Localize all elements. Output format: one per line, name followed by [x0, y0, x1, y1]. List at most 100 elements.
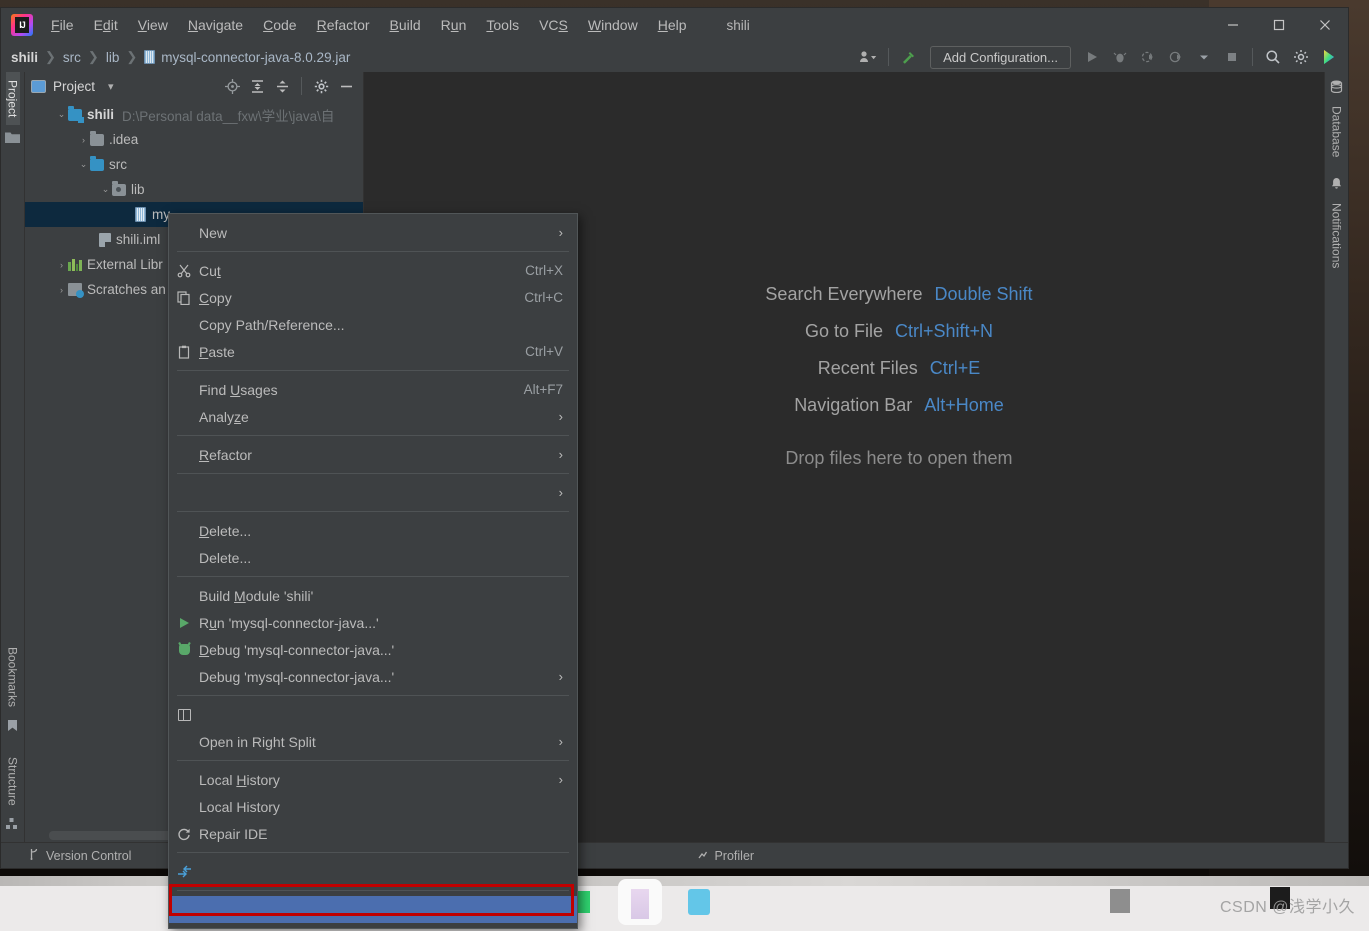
menu-separator — [177, 511, 569, 512]
context-menu-item-more-run-debug[interactable]: Debug 'mysql-connector-java...' › — [169, 663, 577, 690]
bookmarks-label: Bookmarks — [5, 647, 20, 708]
context-menu-label: Delete... — [199, 549, 252, 566]
search-icon[interactable] — [1260, 44, 1286, 70]
tree-row[interactable]: ⌄ shili D:\Personal data__fxw\学业\java\自 — [25, 102, 363, 127]
tree-row[interactable]: ⌄ lib — [25, 177, 363, 202]
context-menu-label: Refactor — [199, 446, 252, 463]
twisty-icon[interactable]: › — [55, 285, 68, 295]
context-menu-item-reload-from-disk[interactable]: Repair IDE — [169, 820, 577, 847]
context-menu-item-analyze[interactable]: Analyze › — [169, 403, 577, 430]
bell-icon[interactable] — [1330, 165, 1343, 195]
settings-gear-icon[interactable] — [310, 75, 332, 97]
run-icon[interactable] — [1079, 44, 1105, 70]
menu-help[interactable]: Help — [648, 14, 697, 36]
profile-icon[interactable] — [1163, 44, 1189, 70]
breadcrumb-shili[interactable]: shili — [11, 50, 38, 65]
maximize-button[interactable] — [1256, 8, 1302, 42]
context-menu-item-local-history[interactable]: Local History › — [169, 766, 577, 793]
menu-refactor[interactable]: Refactor — [307, 14, 380, 36]
context-menu-item-paste[interactable]: Paste Ctrl+V — [169, 338, 577, 365]
twisty-icon[interactable]: ⌄ — [77, 159, 90, 170]
tree-row[interactable]: › .idea — [25, 127, 363, 152]
sidebar-item-structure[interactable]: Structure — [6, 749, 20, 814]
breadcrumb-separator: ❯ — [87, 49, 99, 64]
twisty-icon[interactable]: › — [77, 135, 90, 145]
structure-icon[interactable] — [6, 814, 19, 842]
debug-icon[interactable] — [1107, 44, 1133, 70]
dropdown-arrow-icon[interactable] — [1191, 44, 1217, 70]
menu-navigate[interactable]: Navigate — [178, 14, 253, 36]
context-menu-item-find-usages[interactable]: Find Usages Alt+F7 — [169, 376, 577, 403]
context-menu-item-debug[interactable]: Debug 'mysql-connector-java...' — [169, 636, 577, 663]
context-menu-item-copy-path[interactable]: Copy Path/Reference... — [169, 311, 577, 338]
collapse-all-icon[interactable] — [271, 75, 293, 97]
context-menu-item-bookmarks[interactable]: › — [169, 479, 577, 506]
minimize-button[interactable] — [1210, 8, 1256, 42]
stop-icon[interactable] — [1219, 44, 1245, 70]
context-menu-item-add-as-library[interactable] — [169, 896, 577, 923]
menu-window[interactable]: Window — [578, 14, 648, 36]
context-menu-item-delete[interactable]: Delete... — [169, 517, 577, 544]
ide-assistant-icon[interactable] — [1316, 44, 1342, 70]
context-menu-item-cut[interactable]: Cut Ctrl+X — [169, 257, 577, 284]
window-controls[interactable] — [1210, 8, 1348, 42]
drop-files-hint: Drop files here to open them — [785, 448, 1013, 468]
sidebar-item-bookmarks[interactable]: Bookmarks — [6, 639, 20, 715]
breadcrumb-src[interactable]: src — [63, 50, 81, 65]
breadcrumb-jar-label: mysql-connector-java-8.0.29.jar — [161, 49, 351, 65]
add-configuration-button[interactable]: Add Configuration... — [930, 45, 1071, 69]
breadcrumb-jar[interactable]: mysql-connector-java-8.0.29.jar — [144, 50, 350, 65]
expand-all-icon[interactable] — [246, 75, 268, 97]
close-button[interactable] — [1302, 8, 1348, 42]
bottom-item-version-control[interactable]: Version Control — [29, 848, 131, 863]
context-menu-item-override-file-type[interactable]: Delete... — [169, 544, 577, 571]
menu-code[interactable]: Code — [253, 14, 306, 36]
menu-edit[interactable]: Edit — [84, 14, 128, 36]
context-menu-item-open-in-right-split[interactable] — [169, 701, 577, 728]
context-menu-item-new[interactable]: New › — [169, 219, 577, 246]
sidebar-item-project[interactable]: Project — [5, 72, 20, 126]
sidebar-item-notifications[interactable]: Notifications — [1330, 195, 1344, 276]
menu-tools[interactable]: Tools — [476, 14, 529, 36]
menu-build[interactable]: Build — [380, 14, 431, 36]
main-menu-bar[interactable]: File Edit View Navigate Code Refactor Bu… — [41, 14, 697, 36]
database-icon[interactable] — [1330, 72, 1343, 98]
chevron-down-icon[interactable]: ▾ — [108, 80, 114, 93]
menu-view[interactable]: View — [128, 14, 178, 36]
taskbar-icon-gray[interactable] — [1110, 889, 1130, 913]
menu-run[interactable]: Run — [431, 14, 477, 36]
context-menu-item-open-in[interactable]: Open in Right Split › — [169, 728, 577, 755]
tree-row[interactable]: ⌄ src — [25, 152, 363, 177]
context-menu-shortcut: Ctrl+V — [525, 344, 563, 359]
context-menu-item-build-module[interactable]: Build Module 'shili' — [169, 582, 577, 609]
context-menu[interactable]: New › Cut Ctrl+X Copy Ctrl+C Copy Path/R… — [168, 213, 578, 929]
project-panel-title-group[interactable]: Project ▾ — [31, 79, 114, 94]
bookmark-flag-icon[interactable] — [6, 715, 19, 749]
bottom-item-profiler[interactable]: Profiler — [697, 849, 754, 863]
context-menu-label: Open in Right Split — [199, 733, 316, 750]
context-menu-item-copy[interactable]: Copy Ctrl+C — [169, 284, 577, 311]
tree-label: shili — [87, 107, 115, 122]
tree-label: shili.iml — [116, 232, 161, 247]
taskbar-icon-blue[interactable] — [688, 889, 710, 915]
twisty-icon[interactable]: › — [55, 260, 68, 270]
hide-panel-icon[interactable] — [335, 75, 357, 97]
settings-gear-icon[interactable] — [1288, 44, 1314, 70]
context-menu-item-run[interactable]: Run 'mysql-connector-java...' — [169, 609, 577, 636]
source-folder-icon — [90, 155, 104, 171]
tree-label: Scratches an — [87, 282, 166, 297]
menu-vcs[interactable]: VCS — [529, 14, 578, 36]
menu-file[interactable]: File — [41, 14, 84, 36]
twisty-icon[interactable]: ⌄ — [99, 184, 112, 195]
context-menu-item-repair-ide[interactable]: Local History — [169, 793, 577, 820]
user-dropdown-icon[interactable] — [855, 44, 881, 70]
locate-target-icon[interactable] — [221, 75, 243, 97]
sidebar-item-database[interactable]: Database — [1330, 98, 1344, 165]
context-menu-item-refactor[interactable]: Refactor › — [169, 441, 577, 468]
twisty-icon[interactable]: ⌄ — [55, 109, 68, 120]
context-menu-item-compare-with[interactable] — [169, 858, 577, 885]
run-with-coverage-icon[interactable] — [1135, 44, 1161, 70]
project-folder-icon[interactable] — [5, 125, 20, 153]
build-hammer-icon[interactable] — [896, 44, 922, 70]
breadcrumb-lib[interactable]: lib — [106, 50, 120, 65]
